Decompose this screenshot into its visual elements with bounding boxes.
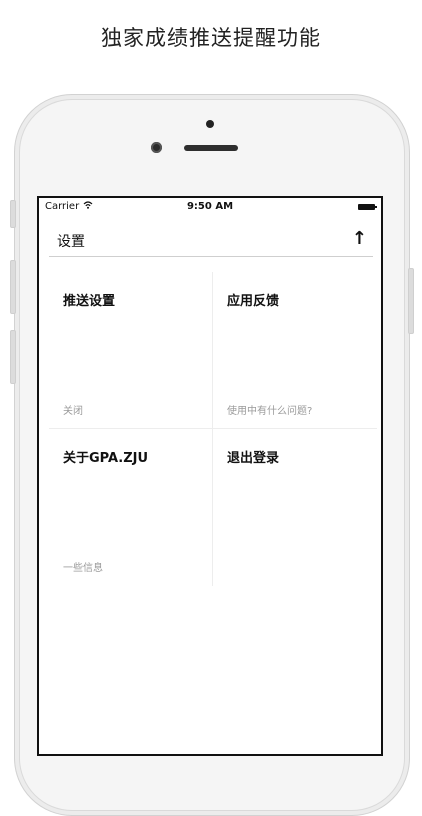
page-title: 设置 — [57, 234, 85, 250]
tile-subtitle: 关闭 — [63, 406, 83, 417]
power-button — [408, 268, 414, 334]
push-settings-tile[interactable]: 推送设置 关闭 — [49, 272, 213, 429]
proximity-sensor — [206, 120, 214, 128]
volume-down-button — [10, 330, 16, 384]
status-bar: Carrier 9:50 AM — [39, 198, 381, 216]
about-tile[interactable]: 关于GPA.ZJU 一些信息 — [49, 429, 213, 586]
logout-tile[interactable]: 退出登录 — [213, 429, 377, 586]
tile-title: 应用反馈 — [227, 294, 280, 309]
tile-title: 推送设置 — [63, 294, 116, 309]
battery-icon — [358, 204, 377, 210]
tile-subtitle: 一些信息 — [63, 563, 103, 574]
volume-up-button — [10, 260, 16, 314]
silent-switch — [10, 200, 16, 228]
tile-title: 退出登录 — [227, 451, 280, 466]
earpiece-speaker — [184, 145, 238, 151]
app-screen: Carrier 9:50 AM 设置 ↑ 推送设置 关闭 应用反馈 使用中有什么… — [37, 196, 383, 756]
feedback-tile[interactable]: 应用反馈 使用中有什么问题? — [213, 272, 377, 429]
status-time: 9:50 AM — [186, 201, 234, 212]
arrow-up-icon[interactable]: ↑ — [352, 228, 367, 249]
front-camera — [151, 142, 162, 153]
nav-bar: 设置 ↑ — [49, 228, 373, 257]
promo-headline: 独家成绩推送提醒功能 — [101, 26, 321, 50]
tile-subtitle: 使用中有什么问题? — [227, 406, 313, 417]
tile-title: 关于GPA.ZJU — [63, 451, 149, 466]
